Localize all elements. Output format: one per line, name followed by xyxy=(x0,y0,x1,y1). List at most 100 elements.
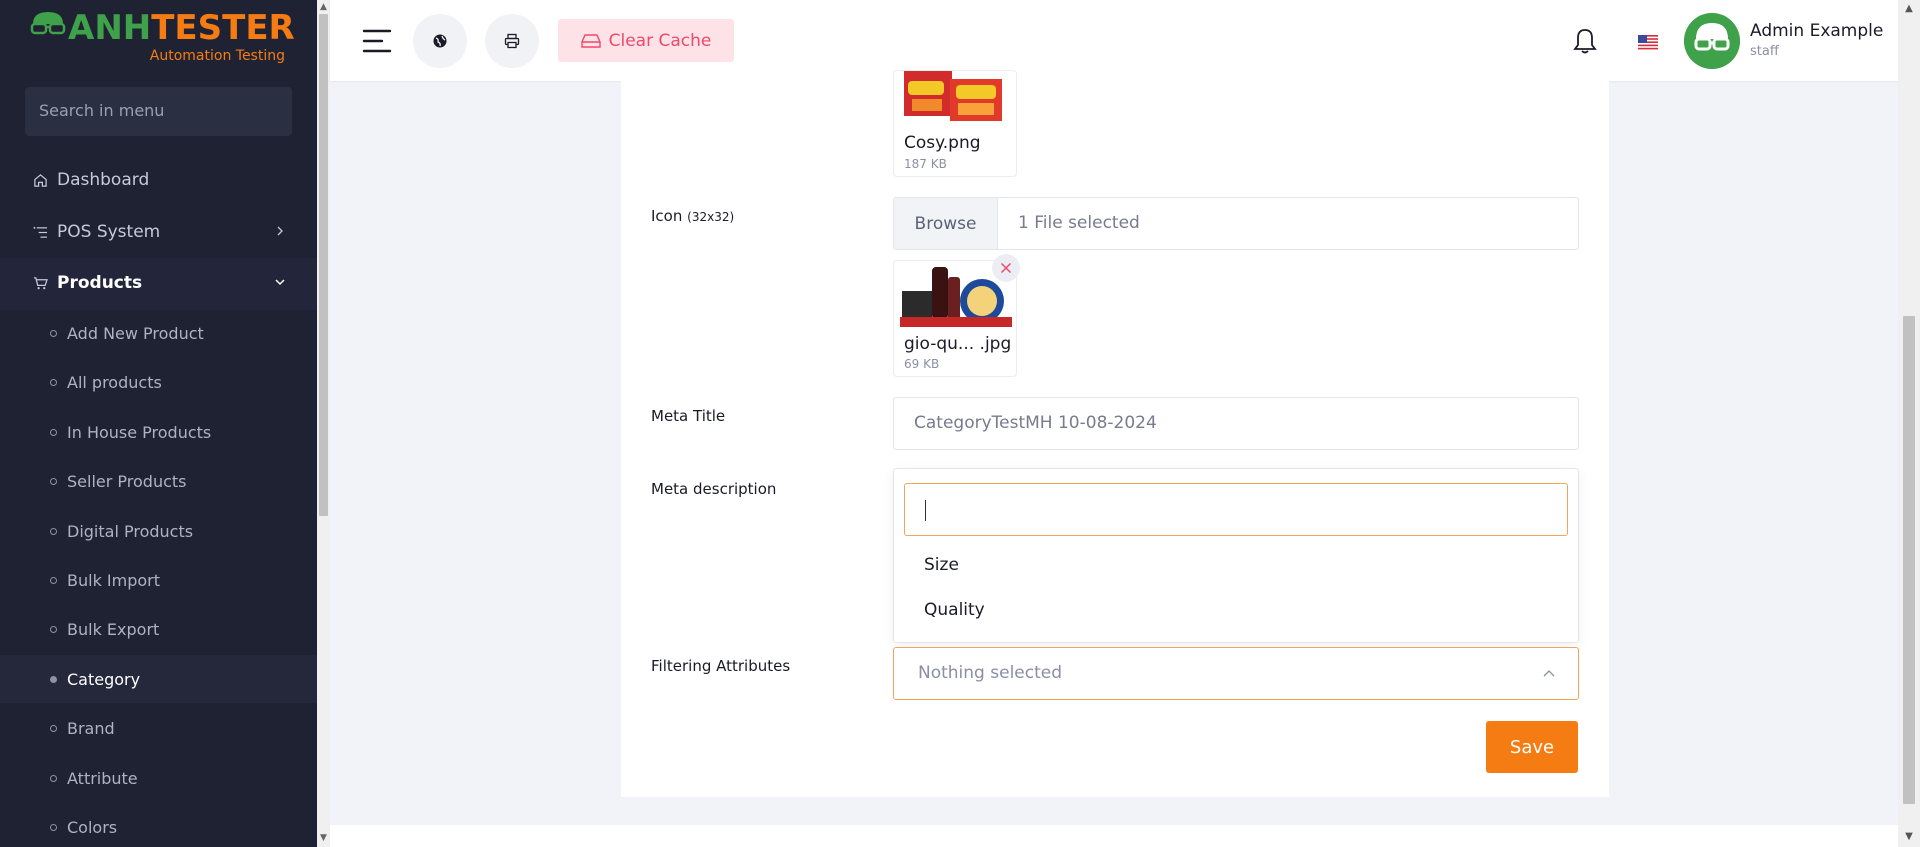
sidebar-subitem-label: Brand xyxy=(67,718,115,738)
sidebar-subitem-label: Colors xyxy=(67,817,118,837)
sidebar-subitem-in-house-products[interactable]: In House Products xyxy=(0,408,317,456)
icon-field-label: Icon (32x32) xyxy=(651,207,734,225)
sidebar-search-input[interactable]: Search in menu xyxy=(25,87,292,136)
sidebar-subitem-label: Bulk Import xyxy=(67,570,161,590)
sidebar-subitem-label: All products xyxy=(67,372,162,392)
scroll-down-arrow-icon[interactable]: ▼ xyxy=(318,833,329,844)
filtering-attributes-label: Filtering Attributes xyxy=(651,657,791,675)
bullet-icon xyxy=(50,378,57,386)
bullet-icon xyxy=(50,625,57,633)
home-icon xyxy=(32,172,48,188)
sidebar-subitem-label: Category xyxy=(67,669,141,689)
hdd-icon xyxy=(580,33,601,48)
sidebar-subitem-brand[interactable]: Brand xyxy=(0,704,317,752)
printer-icon xyxy=(504,33,520,49)
sidebar-subitem-colors[interactable]: Colors xyxy=(0,803,317,847)
text-cursor xyxy=(925,500,926,521)
page-scrollbar-thumb[interactable] xyxy=(1903,316,1915,804)
scroll-up-arrow-icon[interactable]: ▲ xyxy=(1903,3,1915,15)
dropdown-search-input[interactable] xyxy=(904,483,1568,536)
sidebar-subitem-seller-products[interactable]: Seller Products xyxy=(0,457,317,505)
bullet-icon xyxy=(50,576,57,584)
scroll-down-arrow-icon[interactable]: ▼ xyxy=(1903,831,1915,843)
sidebar-item-label: Dashboard xyxy=(57,170,150,190)
us-flag-icon[interactable] xyxy=(1638,35,1658,50)
topbar: Clear Cache Admin Example staff xyxy=(330,0,1898,81)
bullet-icon xyxy=(50,774,57,782)
brand-name-part1: ANH xyxy=(68,8,152,48)
sidebar-subitem-all-products[interactable]: All products xyxy=(0,358,317,406)
sidebar-item-dashboard[interactable]: Dashboard xyxy=(0,156,317,204)
brand-tagline: Automation Testing xyxy=(149,48,285,64)
sidebar-subitem-add-new-product[interactable]: Add New Product xyxy=(0,309,317,357)
chevron-right-icon xyxy=(277,226,283,236)
sidebar-subitem-attribute[interactable]: Attribute xyxy=(0,754,317,802)
user-avatar[interactable] xyxy=(1684,13,1740,69)
list-icon xyxy=(32,224,48,240)
pos-print-button[interactable] xyxy=(485,14,539,68)
icon-size-hint: (32x32) xyxy=(687,210,735,224)
avatar-glasses-icon xyxy=(1684,13,1740,69)
brand-name-part2: TESTER xyxy=(151,8,295,48)
sidebar-item-label: Products xyxy=(57,273,143,293)
sidebar-item-label: POS System xyxy=(57,222,161,242)
sidebar-subitem-label: Seller Products xyxy=(67,471,187,491)
sidebar-subitem-label: Bulk Export xyxy=(67,619,160,639)
meta-title-input[interactable]: CategoryTestMH 10-08-2024 xyxy=(893,397,1579,450)
sidebar-subitem-label: Add New Product xyxy=(67,323,204,343)
filter-attributes-dropdown: Size Quality xyxy=(893,468,1579,643)
menu-toggle-icon[interactable] xyxy=(362,28,394,54)
remove-file-icon[interactable] xyxy=(991,253,1021,283)
page-scrollbar[interactable]: ▲ ▼ xyxy=(1898,0,1920,847)
save-button[interactable]: Save xyxy=(1486,721,1578,773)
brand-logo[interactable]: ANHTESTER Automation Testing xyxy=(30,8,300,70)
chevron-up-icon xyxy=(1543,670,1555,677)
file-size: 69 KB xyxy=(904,357,940,371)
scroll-up-arrow-icon[interactable]: ▲ xyxy=(318,2,329,13)
user-role: staff xyxy=(1750,44,1779,59)
browse-button[interactable]: Browse xyxy=(894,198,998,249)
file-name: gio-qu... .jpg xyxy=(904,334,1012,354)
cosy-product-thumbnail xyxy=(894,71,1016,128)
browse-website-button[interactable] xyxy=(413,14,467,68)
sidebar-subitem-category[interactable]: Category xyxy=(0,655,317,703)
icon-field-label-text: Icon xyxy=(651,207,683,225)
bullet-icon xyxy=(50,477,57,485)
sidebar-subitem-digital-products[interactable]: Digital Products xyxy=(0,507,317,555)
file-size: 187 KB xyxy=(904,157,947,171)
sidebar-item-pos-system[interactable]: POS System xyxy=(0,208,317,256)
filtering-attributes-select[interactable]: Nothing selected xyxy=(893,647,1579,700)
bullet-icon xyxy=(50,329,57,337)
sidebar-subitem-label: Digital Products xyxy=(67,521,194,541)
sidebar-scrollbar-thumb[interactable] xyxy=(319,14,328,516)
brand-name: ANHTESTER xyxy=(68,8,295,48)
sidebar-item-products[interactable]: Products xyxy=(0,259,317,307)
meta-title-value: CategoryTestMH 10-08-2024 xyxy=(914,413,1157,433)
bullet-icon xyxy=(50,724,57,732)
banner-file-preview: Cosy.png 187 KB xyxy=(893,70,1017,177)
icon-file-input[interactable]: Browse 1 File selected xyxy=(893,197,1579,250)
file-name: Cosy.png xyxy=(904,133,981,153)
dropdown-option-size[interactable]: Size xyxy=(924,555,959,575)
notification-bell-icon[interactable] xyxy=(1572,27,1598,55)
dropdown-option-quality[interactable]: Quality xyxy=(924,600,985,620)
sidebar-subitem-bulk-import[interactable]: Bulk Import xyxy=(0,556,317,604)
clear-cache-button[interactable]: Clear Cache xyxy=(558,19,734,62)
bullet-icon xyxy=(50,675,57,683)
sidebar-scrollbar[interactable]: ▲ ▼ xyxy=(317,0,330,847)
icon-files-selected: 1 File selected xyxy=(1018,213,1140,233)
bullet-icon xyxy=(50,823,57,831)
bullet-icon xyxy=(50,428,57,436)
cart-icon xyxy=(32,275,48,291)
bullet-icon xyxy=(50,527,57,535)
footer xyxy=(330,825,1898,847)
meta-title-label: Meta Title xyxy=(651,407,726,425)
globe-icon xyxy=(433,34,447,48)
filter-selected-value: Nothing selected xyxy=(918,663,1063,683)
sidebar: ANHTESTER Automation Testing Search in m… xyxy=(0,0,317,847)
sidebar-subitem-label: In House Products xyxy=(67,422,212,442)
user-name[interactable]: Admin Example xyxy=(1750,21,1883,41)
chevron-down-icon xyxy=(275,279,285,286)
sidebar-subitem-label: Attribute xyxy=(67,768,138,788)
sidebar-subitem-bulk-export[interactable]: Bulk Export xyxy=(0,605,317,653)
